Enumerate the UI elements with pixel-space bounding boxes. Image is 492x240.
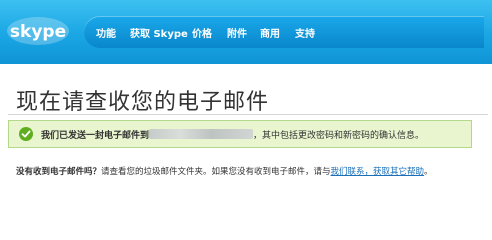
logo-text: skype bbox=[10, 22, 66, 42]
nav-item-features[interactable]: 功能 bbox=[96, 25, 116, 40]
nav-item-accessories[interactable]: 附件 bbox=[227, 25, 247, 40]
help-body: 请查看您的垃圾邮件文件夹。如果您没有收到电子邮件，请与 bbox=[101, 167, 331, 177]
nav-item-pricing[interactable]: 价格 bbox=[192, 25, 212, 40]
confirmation-notice: 我们已发送一封电子邮件到 ，其中包括更改密码和新密码的确认信息。 bbox=[8, 120, 472, 148]
checkmark-icon bbox=[19, 126, 33, 141]
notice-bold-text: 我们已发送一封电子邮件到 bbox=[41, 131, 150, 141]
help-question: 没有收到电子邮件吗？ bbox=[16, 167, 102, 177]
help-text: 没有收到电子邮件吗？请查看您的垃圾邮件文件夹。如果您没有收到电子邮件，请与我们联… bbox=[16, 166, 472, 179]
nav-item-get-skype[interactable]: 获取 Skype bbox=[130, 25, 188, 40]
site-header: skype 功能 获取 Skype 价格 附件 商用 支持 bbox=[0, 0, 492, 64]
notice-text: 我们已发送一封电子邮件到 ，其中包括更改密码和新密码的确认信息。 bbox=[41, 128, 424, 141]
skype-logo[interactable]: skype bbox=[6, 16, 70, 46]
redacted-email bbox=[149, 129, 254, 139]
contact-us-link[interactable]: 我们联系，获取其它帮助 bbox=[331, 167, 425, 177]
divider bbox=[8, 114, 488, 115]
help-end: 。 bbox=[424, 167, 433, 177]
nav-item-business[interactable]: 商用 bbox=[260, 25, 280, 40]
page-title: 现在请查收您的电子邮件 bbox=[16, 90, 270, 115]
nav-item-support[interactable]: 支持 bbox=[295, 25, 315, 40]
notice-rest-text: ，其中包括更改密码和新密码的确认信息。 bbox=[253, 131, 425, 141]
main-nav: 功能 获取 Skype 价格 附件 商用 支持 bbox=[84, 16, 484, 48]
